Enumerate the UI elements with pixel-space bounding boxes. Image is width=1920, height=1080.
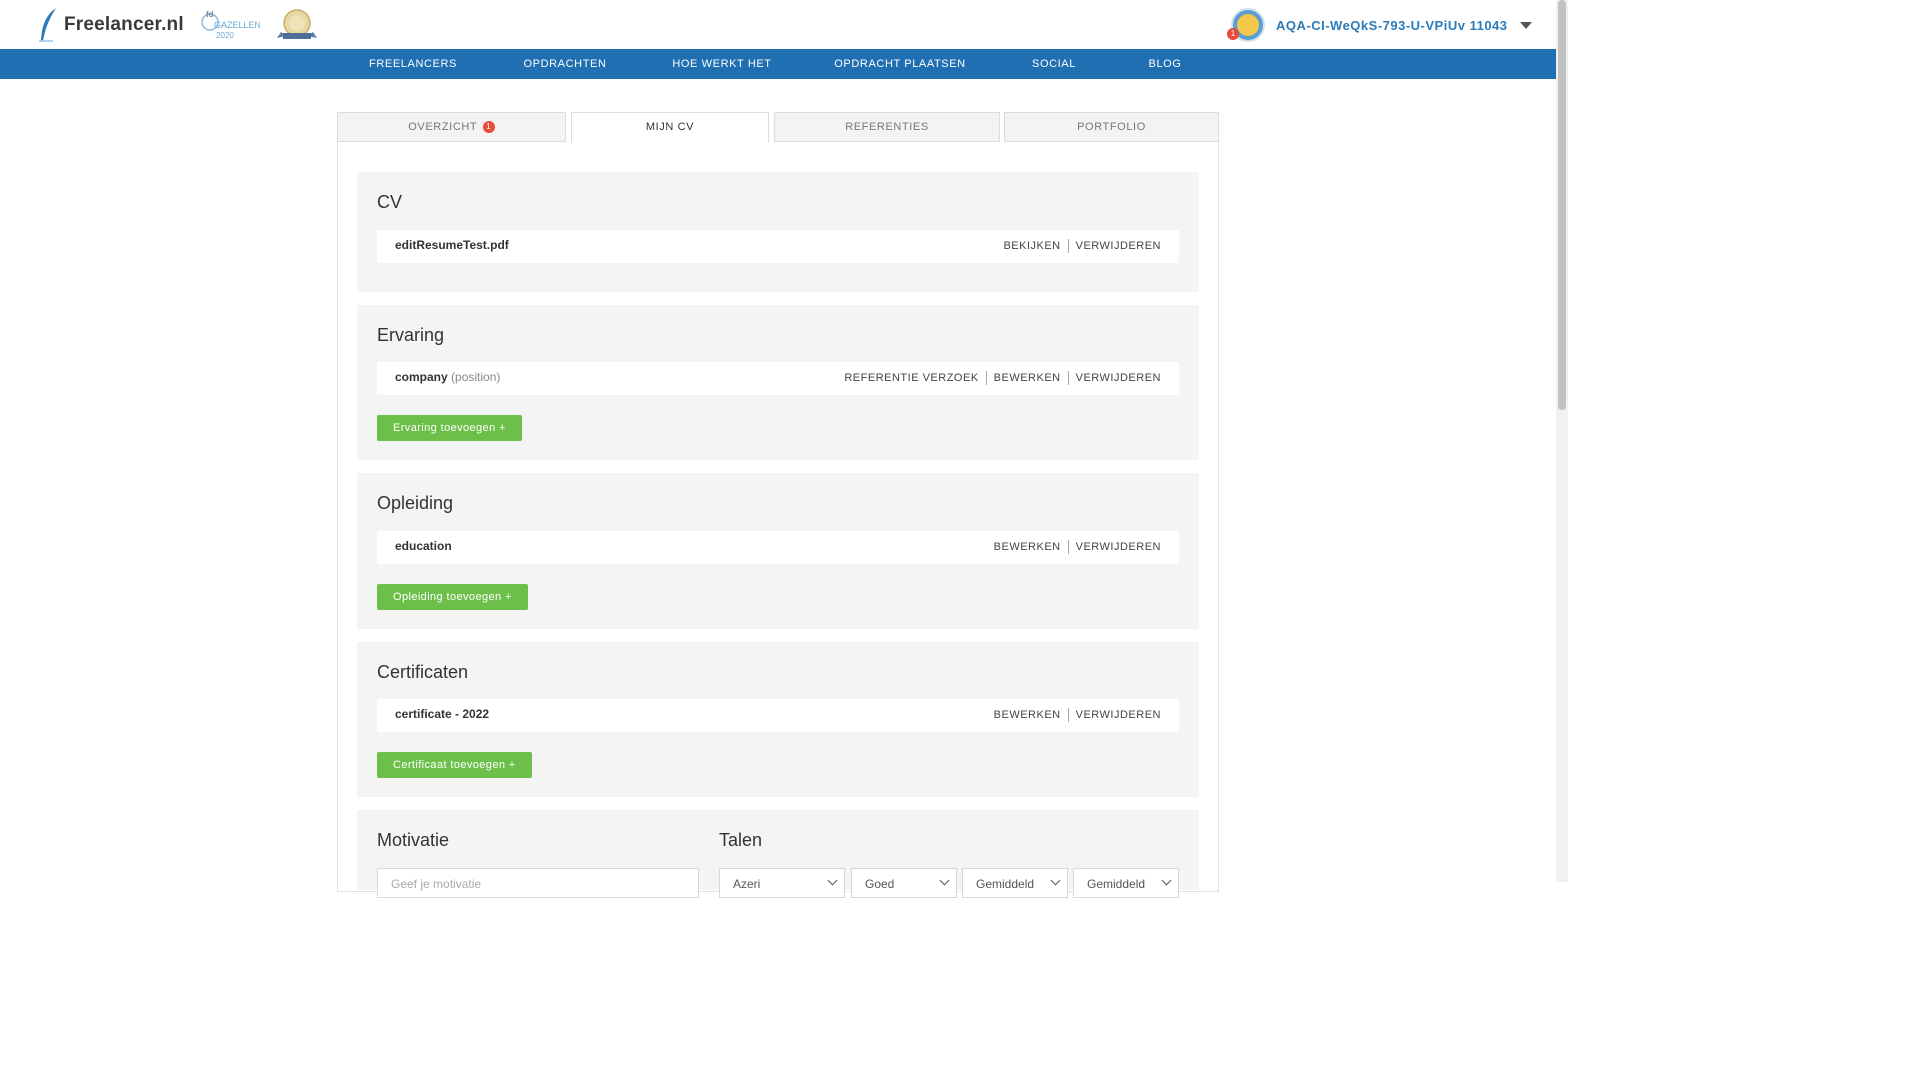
education-section: Opleiding education BEWERKEN VERWIJDEREN… [357, 473, 1199, 629]
scrollbar-thumb[interactable] [1558, 0, 1566, 410]
tab-referenties[interactable]: REFERENTIES [774, 112, 1000, 142]
tab-portfolio[interactable]: PORTFOLIO [1004, 112, 1219, 142]
add-experience-button[interactable]: Ervaring toevoegen + [377, 415, 522, 441]
chevron-down-icon [1050, 875, 1061, 886]
nav-item-opdrachten[interactable]: OPDRACHTEN [515, 49, 615, 79]
education-actions: BEWERKEN VERWIJDEREN [987, 540, 1161, 554]
chevron-down-icon [827, 875, 838, 886]
tab-mijn-cv[interactable]: MIJN CV [571, 112, 769, 143]
written-level-value: Gemiddeld [976, 877, 1035, 891]
nav-item-opdracht-plaatsen[interactable]: OPDRACHT PLAATSEN [830, 49, 970, 79]
delete-cv-button[interactable]: VERWIJDEREN [1067, 239, 1161, 253]
certificates-section-title: Certificaten [377, 662, 469, 682]
written-level-select[interactable]: Gemiddeld [962, 868, 1068, 898]
gold-award-badge [277, 9, 317, 39]
add-certificate-button[interactable]: Certificaat toevoegen + [377, 752, 532, 778]
tab-overzicht-label: OVERZICHT [408, 121, 478, 133]
experience-company: company [395, 370, 448, 384]
svg-text:2020: 2020 [216, 31, 234, 40]
certificates-section: Certificaten certificate - 2022 BEWERKEN… [357, 642, 1199, 797]
motivation-title: Motivatie [377, 830, 450, 850]
nav-item-social[interactable]: SOCIAL [1024, 49, 1084, 79]
tab-overzicht[interactable]: OVERZICHT 1 [337, 112, 566, 142]
cv-section-title: CV [377, 192, 403, 212]
cv-section: CV editResumeTest.pdf BEKIJKEN VERWIJDER… [357, 172, 1199, 292]
delete-education-button[interactable]: VERWIJDEREN [1067, 540, 1161, 554]
experience-actions: REFERENTIE VERZOEK BEWERKEN VERWIJDEREN [837, 371, 1161, 385]
tab-referenties-label: REFERENTIES [845, 121, 929, 133]
svg-text:fd: fd [206, 10, 214, 19]
nav-item-hoe-werkt-het[interactable]: HOE WERKT HET [662, 49, 782, 79]
language-select[interactable]: Azeri [719, 868, 845, 898]
experience-position: (position) [451, 370, 501, 384]
tab-portfolio-label: PORTFOLIO [1077, 121, 1146, 133]
site-header: Freelancer.nl fd GAZELLEN 2020 1 AQA-CI-… [0, 0, 1556, 49]
view-cv-button[interactable]: BEKIJKEN [996, 239, 1067, 253]
experience-entry: company (position) [395, 370, 500, 384]
page-scrollbar[interactable] [1556, 0, 1568, 882]
reading-level-value: Gemiddeld [1087, 877, 1146, 891]
cv-file-name: editResumeTest.pdf [395, 238, 509, 252]
education-section-title: Opleiding [377, 493, 454, 513]
cv-file-actions: BEKIJKEN VERWIJDEREN [996, 239, 1161, 253]
chevron-down-icon [1161, 875, 1172, 886]
education-entry: education [395, 539, 452, 553]
languages-title: Talen [719, 830, 763, 850]
experience-row: company (position) REFERENTIE VERZOEK BE… [377, 362, 1179, 395]
motivation-languages-section: Motivatie Geef je motivatie Talen Azeri … [357, 810, 1199, 898]
edit-certificate-button[interactable]: BEWERKEN [987, 708, 1068, 722]
delete-experience-button[interactable]: VERWIJDEREN [1067, 371, 1161, 385]
main-navigation: FREELANCERS OPDRACHTEN HOE WERKT HET OPD… [0, 49, 1556, 79]
reference-request-button[interactable]: REFERENTIE VERZOEK [837, 371, 985, 385]
motivation-input[interactable]: Geef je motivatie [377, 868, 699, 898]
avatar-image [1237, 14, 1259, 36]
tab-mijn-cv-label: MIJN CV [645, 121, 695, 133]
user-name[interactable]: AQA-CI-WeQkS-793-U-VPiUv 11043 [1276, 18, 1508, 33]
certificate-entry: certificate - 2022 [395, 707, 490, 721]
edit-experience-button[interactable]: BEWERKEN [985, 371, 1068, 385]
education-row: education BEWERKEN VERWIJDEREN [377, 531, 1179, 564]
spoken-level-value: Goed [865, 877, 895, 891]
spoken-level-select[interactable]: Goed [851, 868, 957, 898]
language-select-value: Azeri [733, 877, 761, 891]
logo-text: Freelancer.nl [64, 14, 184, 35]
experience-section: Ervaring company (position) REFERENTIE V… [357, 305, 1199, 460]
add-education-button[interactable]: Opleiding toevoegen + [377, 584, 528, 610]
avatar[interactable]: 1 [1227, 8, 1265, 42]
experience-section-title: Ervaring [377, 325, 445, 345]
tab-overzicht-badge: 1 [482, 121, 495, 134]
chevron-down-icon [939, 875, 950, 886]
notification-badge: 1 [1227, 28, 1239, 40]
cv-file-row: editResumeTest.pdf BEKIJKEN VERWIJDEREN [377, 230, 1179, 263]
certificate-row: certificate - 2022 BEWERKEN VERWIJDEREN [377, 699, 1179, 732]
certificate-actions: BEWERKEN VERWIJDEREN [987, 708, 1161, 722]
user-menu[interactable]: 1 AQA-CI-WeQkS-793-U-VPiUv 11043 [1226, 8, 1532, 42]
reading-level-select[interactable]: Gemiddeld [1073, 868, 1179, 898]
caret-down-icon[interactable] [1519, 21, 1532, 29]
edit-education-button[interactable]: BEWERKEN [987, 540, 1068, 554]
feather-icon [39, 8, 56, 42]
delete-certificate-button[interactable]: VERWIJDEREN [1067, 708, 1161, 722]
svg-text:GAZELLEN: GAZELLEN [214, 20, 260, 30]
nav-item-freelancers[interactable]: FREELANCERS [363, 49, 463, 79]
nav-item-blog[interactable]: BLOG [1140, 49, 1190, 79]
site-logo[interactable]: Freelancer.nl [36, 6, 184, 44]
gazellen-award-badge: fd GAZELLEN 2020 [201, 10, 260, 40]
